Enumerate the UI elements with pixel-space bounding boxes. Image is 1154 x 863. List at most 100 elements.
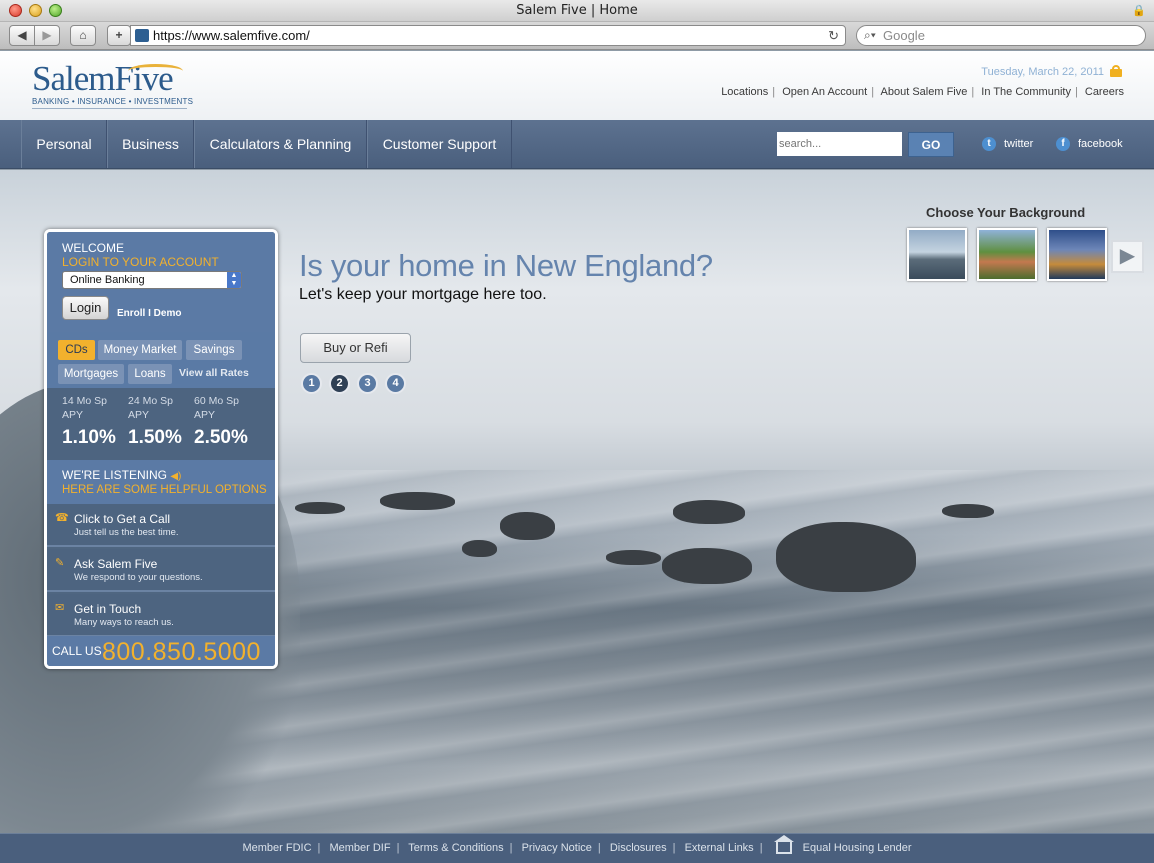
account-type-select[interactable]: Online Banking ▲ ▼: [62, 271, 242, 289]
footer-terms[interactable]: Terms & Conditions: [408, 842, 503, 854]
welcome-heading: WELCOME: [62, 241, 125, 255]
rate-term: 60 Mo Sp: [194, 395, 239, 407]
chat-icon: ✎: [55, 557, 65, 569]
help-get-a-call[interactable]: ☎ Click to Get a Call Just tell us the b…: [47, 504, 275, 547]
salem-five-logo[interactable]: SalemFive BANKING • INSURANCE • INVESTME…: [32, 61, 193, 109]
logo-swoosh-icon: [128, 64, 183, 78]
rate-item: 14 Mo Sp APY 1.10%: [62, 394, 116, 449]
link-community[interactable]: In The Community: [981, 86, 1071, 98]
minimize-window-button[interactable]: [29, 4, 42, 17]
background-thumb-3[interactable]: [1047, 228, 1107, 281]
footer-disclosures[interactable]: Disclosures: [610, 842, 667, 854]
browser-search-placeholder: Google: [883, 28, 925, 43]
site-footer: Member FDIC | Member DIF | Terms & Conditi…: [0, 833, 1154, 863]
footer-equal-housing[interactable]: Equal Housing Lender: [803, 842, 912, 854]
rate-value: 1.10%: [62, 427, 116, 448]
reload-icon[interactable]: ↻: [828, 26, 839, 45]
rates-table: 14 Mo Sp APY 1.10% 24 Mo Sp APY 1.50% 60…: [47, 388, 275, 460]
background-rock: [776, 522, 916, 592]
address-bar-url: https://www.salemfive.com/: [153, 28, 310, 43]
nav-personal[interactable]: Personal: [21, 120, 107, 168]
address-bar[interactable]: https://www.salemfive.com/ ↻: [130, 25, 846, 46]
help-title: Ask Salem Five: [74, 557, 158, 571]
phone-number[interactable]: 800.850.5000: [102, 638, 261, 666]
background-rock: [673, 500, 745, 524]
logo-tagline: BANKING • INSURANCE • INVESTMENTS: [32, 97, 194, 106]
twitter-link[interactable]: t twitter: [982, 137, 1033, 151]
select-arrows-icon: ▲ ▼: [227, 272, 241, 288]
login-section: WELCOME LOGIN TO YOUR ACCOUNT Online Ban…: [47, 232, 275, 332]
add-bookmark-button[interactable]: +: [107, 25, 131, 46]
background-rock: [942, 504, 994, 518]
slide-dot-4[interactable]: 4: [385, 373, 406, 394]
facebook-link[interactable]: f facebook: [1056, 137, 1123, 151]
help-get-in-touch[interactable]: ✉ Get in Touch Many ways to reach us.: [47, 594, 275, 637]
link-about[interactable]: About Salem Five: [881, 86, 968, 98]
link-careers[interactable]: Careers: [1085, 86, 1124, 98]
footer-external-links[interactable]: External Links: [685, 842, 754, 854]
rate-apy-label: APY: [128, 409, 150, 421]
slide-dot-3[interactable]: 3: [357, 373, 378, 394]
background-rock: [606, 550, 661, 565]
slide-dot-1[interactable]: 1: [301, 373, 322, 394]
background-thumb-1[interactable]: [907, 228, 967, 281]
nav-customer-support[interactable]: Customer Support: [367, 120, 512, 168]
link-open-account[interactable]: Open An Account: [782, 86, 867, 98]
help-subtitle: Many ways to reach us.: [74, 617, 174, 628]
rates-tabs: CDs Money Market Savings Mortgages Loans…: [47, 332, 275, 388]
site-header: SalemFive BANKING • INSURANCE • INVESTME…: [0, 51, 1154, 120]
slide-dot-2[interactable]: 2: [329, 373, 350, 394]
next-background-button[interactable]: ▶: [1111, 240, 1144, 273]
utility-links: Locations | Open An Account | About Salem …: [721, 86, 1124, 98]
background-rock: [380, 492, 455, 510]
site-search-input[interactable]: [777, 132, 902, 156]
back-button[interactable]: ◀: [9, 25, 35, 46]
nav-business[interactable]: Business: [107, 120, 194, 168]
background-rock: [295, 502, 345, 514]
home-button[interactable]: ⌂: [70, 25, 96, 46]
zoom-window-button[interactable]: [49, 4, 62, 17]
help-title: Get in Touch: [74, 602, 142, 616]
tab-loans[interactable]: Loans: [128, 364, 172, 384]
help-ask-salem-five[interactable]: ✎ Ask Salem Five We respond to your ques…: [47, 549, 275, 592]
facebook-icon: f: [1056, 137, 1070, 151]
facebook-label: facebook: [1078, 137, 1123, 150]
call-us-label: CALL US: [52, 644, 102, 658]
main-nav: Personal Business Calculators & Planning…: [0, 120, 1154, 169]
login-button[interactable]: Login: [62, 296, 109, 320]
tab-mortgages[interactable]: Mortgages: [58, 364, 124, 384]
help-subtitle: Just tell us the best time.: [74, 527, 179, 538]
nav-calculators[interactable]: Calculators & Planning: [194, 120, 367, 168]
footer-privacy[interactable]: Privacy Notice: [522, 842, 592, 854]
enroll-demo-link[interactable]: Enroll I Demo: [117, 308, 181, 319]
tab-cds[interactable]: CDs: [58, 340, 95, 360]
rate-value: 2.50%: [194, 427, 248, 448]
close-window-button[interactable]: [9, 4, 22, 17]
buy-or-refi-button[interactable]: Buy or Refi: [300, 333, 411, 363]
twitter-icon: t: [982, 137, 996, 151]
equal-housing-icon: [773, 835, 794, 855]
choose-background-title: Choose Your Background: [926, 205, 1086, 220]
forward-button[interactable]: ▶: [34, 25, 60, 46]
link-locations[interactable]: Locations: [721, 86, 768, 98]
hero-headline: Is your home in New England?: [299, 248, 713, 283]
background-thumb-2[interactable]: [977, 228, 1037, 281]
secure-lock-icon: [1110, 65, 1122, 77]
account-type-value: Online Banking: [70, 274, 145, 286]
view-all-rates-link[interactable]: View all Rates: [179, 367, 249, 379]
footer-member-dif[interactable]: Member DIF: [329, 842, 390, 854]
footer-member-fdic[interactable]: Member FDIC: [242, 842, 311, 854]
tab-money-market[interactable]: Money Market: [98, 340, 182, 360]
background-rock: [662, 548, 752, 584]
site-favicon-icon: [135, 29, 149, 42]
browser-search-field[interactable]: ⌕▾ Google: [856, 25, 1146, 46]
rate-term: 14 Mo Sp: [62, 395, 107, 407]
envelope-icon: ✉: [55, 602, 65, 614]
forward-arrow-icon: ▶: [42, 28, 52, 42]
tab-savings[interactable]: Savings: [186, 340, 242, 360]
login-heading: LOGIN TO YOUR ACCOUNT: [62, 255, 219, 269]
help-subtitle: We respond to your questions.: [74, 572, 203, 583]
twitter-label: twitter: [1004, 137, 1034, 150]
rate-term: 24 Mo Sp: [128, 395, 173, 407]
search-go-button[interactable]: GO: [908, 132, 954, 157]
